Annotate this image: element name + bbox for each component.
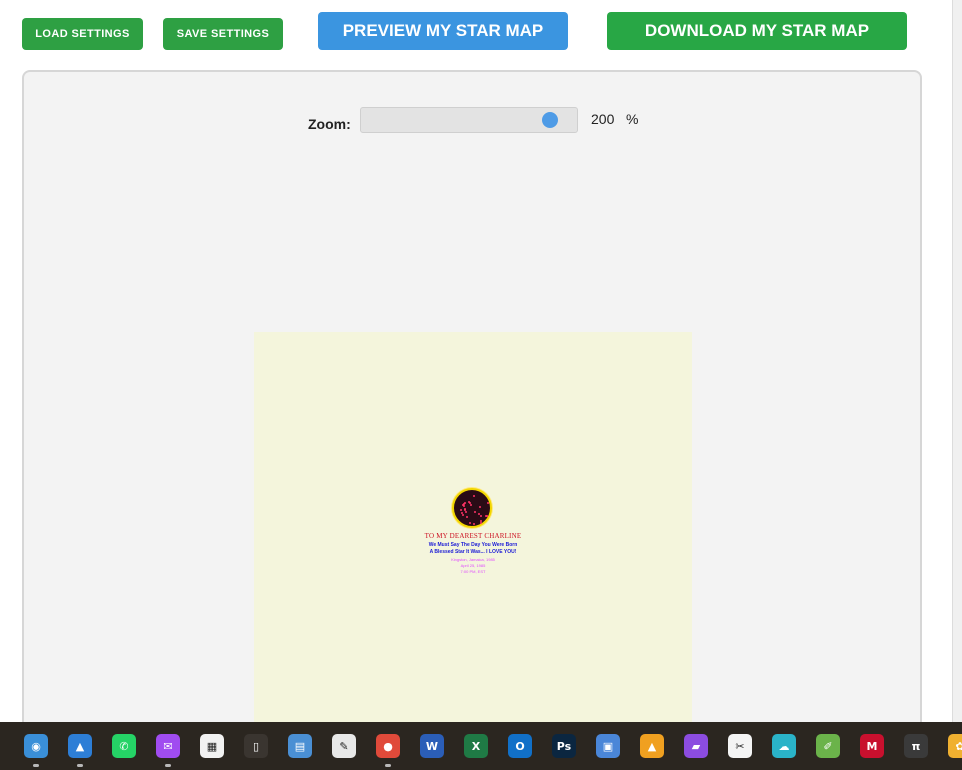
- star-dot: [468, 500, 470, 503]
- notepad-icon[interactable]: ✐: [816, 734, 840, 758]
- zoom-slider-thumb[interactable]: [541, 112, 558, 128]
- zoom-unit: %: [626, 111, 639, 127]
- zoom-label: Zoom:: [308, 116, 351, 132]
- running-indicator: [77, 764, 83, 767]
- preview-star-map-button[interactable]: PREVIEW MY STAR MAP: [318, 12, 568, 50]
- microsoft-store-icon[interactable]: ▦: [200, 734, 224, 758]
- save-settings-button[interactable]: SAVE SETTINGS: [163, 18, 283, 50]
- star-dot: [461, 513, 464, 516]
- capcut-icon[interactable]: ✂: [728, 734, 752, 758]
- poster-title: TO MY DEAREST CHARLINE: [424, 532, 522, 540]
- star-dot: [479, 521, 482, 524]
- star-dot: [468, 521, 471, 524]
- photoshop-icon[interactable]: Ps: [552, 734, 576, 758]
- chrome-icon[interactable]: ●: [376, 734, 400, 758]
- star-dot: [466, 515, 469, 518]
- affinity-icon[interactable]: ▲: [640, 734, 664, 758]
- star-dot: [480, 519, 482, 522]
- star-dot: [473, 511, 476, 514]
- star-dot: [473, 523, 476, 525]
- poster-time: 7:00 PM, EST: [460, 569, 486, 574]
- control-panel-icon[interactable]: ▤: [288, 734, 312, 758]
- file-app-icon[interactable]: ▣: [596, 734, 620, 758]
- poster-message-line-1: We Must Say The Day You Were Born: [428, 542, 518, 548]
- star-dot: [463, 501, 466, 504]
- mcafee-icon[interactable]: M: [860, 734, 884, 758]
- word-icon[interactable]: W: [420, 734, 444, 758]
- paint-app-icon[interactable]: ✿: [948, 734, 962, 758]
- star-dot: [472, 495, 475, 498]
- preview-panel: Zoom: 200 % TO MY DEAREST CHARLINE We Mu…: [22, 70, 922, 770]
- poster-location: Kingston, Jamaica, 1985: [451, 557, 495, 562]
- star-dot: [478, 506, 481, 509]
- star-dot: [486, 502, 489, 505]
- editor-app-icon[interactable]: ✎: [332, 734, 356, 758]
- star-map-circle: [452, 488, 492, 528]
- star-dot: [469, 504, 472, 507]
- star-dot: [479, 515, 482, 518]
- globe-app-icon[interactable]: ◉: [24, 734, 48, 758]
- star-dot: [463, 505, 466, 508]
- poster-message-line-2: A Blessed Star It Was... I LOVE YOU!: [429, 549, 517, 555]
- star-dot: [485, 515, 488, 518]
- outlook-icon[interactable]: O: [508, 734, 532, 758]
- cloud-app-icon[interactable]: ☁: [772, 734, 796, 758]
- running-indicator: [385, 764, 391, 767]
- star-dot: [460, 508, 463, 511]
- photos-icon[interactable]: ▲: [68, 734, 92, 758]
- download-star-map-button[interactable]: DOWNLOAD MY STAR MAP: [607, 12, 907, 50]
- load-settings-button[interactable]: LOAD SETTINGS: [22, 18, 143, 50]
- whatsapp-icon[interactable]: ✆: [112, 734, 136, 758]
- pi-app-icon[interactable]: π: [904, 734, 928, 758]
- excel-icon[interactable]: X: [464, 734, 488, 758]
- task-view-icon[interactable]: ▯: [244, 734, 268, 758]
- windows-taskbar: ◉ ▲ ✆ ✉ ▦ ▯ ▤ ✎ ● W X O Ps ▣ ▲ ▰ ✂ ☁ ✐ Mπ ✿: [0, 722, 962, 770]
- zoom-value: 200: [591, 111, 615, 127]
- zoom-slider[interactable]: [360, 107, 578, 133]
- star-map-poster: TO MY DEAREST CHARLINE We Must Say The D…: [254, 332, 692, 770]
- messenger-icon[interactable]: ✉: [156, 734, 180, 758]
- clapper-icon[interactable]: ▰: [684, 734, 708, 758]
- running-indicator: [33, 764, 39, 767]
- poster-date: April 25, 1985: [460, 563, 486, 568]
- page-scrollbar[interactable]: [952, 0, 962, 722]
- running-indicator: [165, 764, 171, 767]
